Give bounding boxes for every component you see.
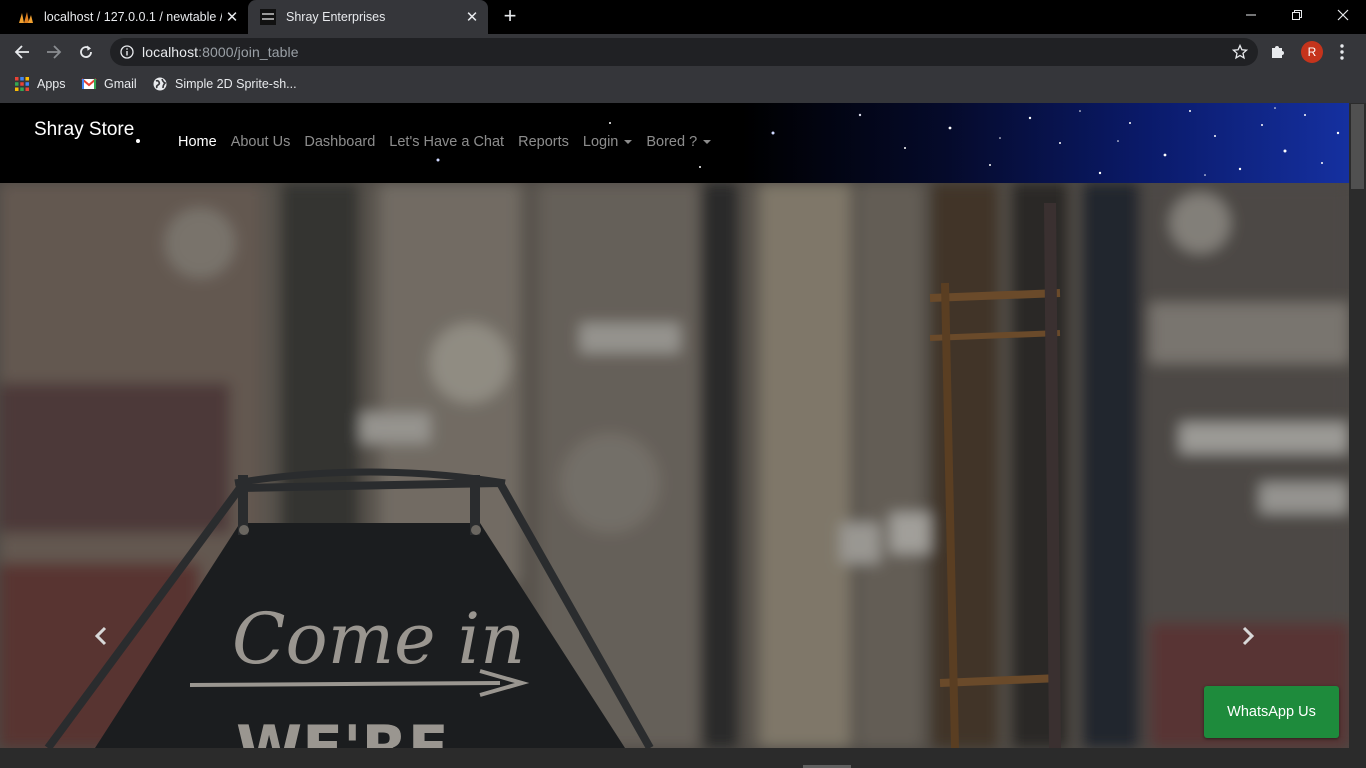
nav-login-dropdown[interactable]: Login (582, 134, 633, 150)
site-navbar: Shray Store Home About Us Dashboard Let'… (0, 103, 1349, 183)
bookmark-gmail[interactable]: Gmail (81, 76, 137, 92)
site-brand[interactable]: Shray Store (34, 119, 134, 141)
caret-down-icon (703, 140, 712, 145)
nav-login-label: Login (582, 134, 619, 150)
nav-about-us[interactable]: About Us (231, 134, 291, 150)
address-bar[interactable]: localhost:8000/join_table (110, 38, 1258, 66)
nav-bored-dropdown[interactable]: Bored ? (646, 134, 712, 150)
restore-button[interactable] (1274, 0, 1320, 30)
carousel-prev-button[interactable] (86, 621, 116, 651)
extensions-puzzle-icon[interactable] (1269, 42, 1287, 60)
close-tab-icon[interactable]: ✕ (462, 8, 482, 26)
globe-icon (153, 77, 167, 91)
new-tab-button[interactable]: + (498, 5, 522, 29)
back-arrow-icon (14, 45, 29, 59)
sign-text-were: WE'RE (236, 713, 449, 748)
carousel-next-button[interactable] (1233, 621, 1263, 651)
profile-avatar[interactable]: R (1301, 41, 1323, 63)
nav-dashboard[interactable]: Dashboard (304, 134, 375, 150)
minimize-icon (1246, 14, 1256, 16)
nav-chat[interactable]: Let's Have a Chat (389, 134, 504, 150)
tab-title: localhost / 127.0.0.1 / newtable / (44, 10, 222, 24)
phpmyadmin-icon (19, 12, 33, 23)
tab-strip: localhost / 127.0.0.1 / newtable / ✕ Shr… (0, 0, 1366, 34)
whatsapp-button[interactable]: WhatsApp Us (1204, 686, 1339, 738)
site-favicon (260, 9, 276, 25)
bookmark-apps[interactable]: Apps (14, 76, 66, 92)
close-tab-icon[interactable]: ✕ (222, 8, 242, 26)
bookmark-label: Apps (37, 77, 66, 91)
vertical-scrollbar[interactable] (1349, 103, 1366, 748)
forward-button[interactable] (42, 40, 66, 64)
nav-bored-label: Bored ? (646, 134, 698, 150)
caret-down-icon (624, 140, 633, 145)
scrollbar-thumb[interactable] (1351, 104, 1364, 189)
gmail-icon (81, 78, 97, 89)
nav-reports[interactable]: Reports (518, 134, 569, 150)
restore-icon (1292, 10, 1302, 20)
page-viewport: Shray Store Home About Us Dashboard Let'… (0, 103, 1349, 748)
bookmark-label: Simple 2D Sprite-sh... (175, 77, 297, 91)
minimize-button[interactable] (1228, 0, 1274, 30)
tab-phpmyadmin[interactable]: localhost / 127.0.0.1 / newtable / ✕ (6, 0, 248, 34)
tab-shray-enterprises[interactable]: Shray Enterprises ✕ (248, 0, 488, 34)
horizontal-scrollbar[interactable] (0, 748, 1366, 768)
bookmarks-bar: Apps Gmail Simple 2D Sprite-sh... (0, 70, 1366, 98)
bookmark-label: Gmail (104, 77, 137, 91)
hero-carousel: Come in WE'RE (0, 183, 1349, 748)
url-host: localhost (142, 44, 199, 60)
more-menu-icon[interactable] (1336, 42, 1348, 62)
reload-icon (80, 45, 92, 58)
back-button[interactable] (10, 40, 34, 64)
close-window-button[interactable] (1320, 0, 1366, 30)
carousel-slide-image: Come in WE'RE (0, 183, 1349, 748)
site-info-icon[interactable] (120, 45, 134, 59)
nav-home[interactable]: Home (178, 134, 217, 150)
forward-arrow-icon (47, 45, 62, 59)
main-nav: Home About Us Dashboard Let's Have a Cha… (178, 134, 712, 150)
chevron-right-icon (1242, 626, 1255, 646)
apps-grid-icon (15, 77, 29, 91)
bookmark-sprite-sheet[interactable]: Simple 2D Sprite-sh... (152, 76, 297, 92)
browser-toolbar: localhost:8000/join_table R (0, 34, 1366, 70)
bookmark-star-icon[interactable] (1232, 44, 1248, 60)
close-icon (1337, 9, 1349, 21)
url-text: localhost:8000/join_table (142, 44, 299, 60)
url-path: :8000/join_table (198, 44, 299, 60)
chevron-left-icon (94, 626, 107, 646)
reload-button[interactable] (74, 40, 98, 64)
tab-title: Shray Enterprises (286, 10, 386, 24)
sign-text-come-in: Come in (232, 598, 525, 680)
